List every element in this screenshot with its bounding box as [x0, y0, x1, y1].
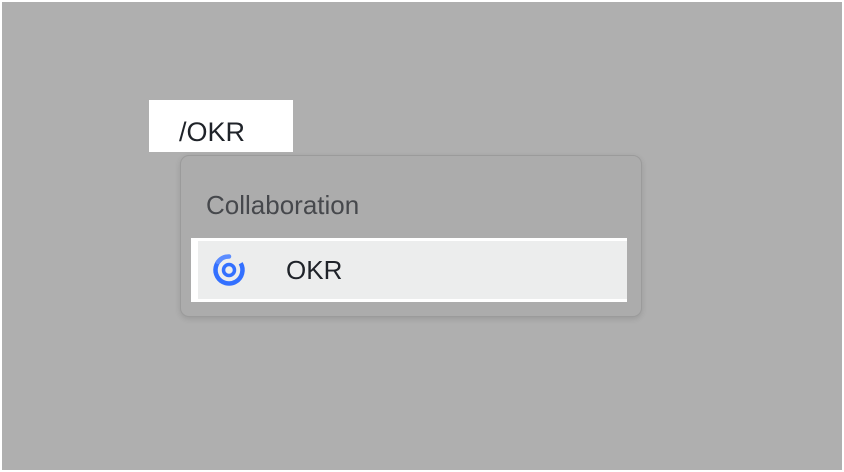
okr-icon — [213, 254, 245, 286]
menu-item-okr[interactable]: OKR — [191, 238, 627, 302]
slash-command-menu: Collaboration OKR — [180, 155, 642, 317]
slash-command-text: /OKR — [179, 117, 246, 147]
menu-group-label: Collaboration — [206, 190, 360, 220]
menu-item-label: OKR — [286, 255, 343, 285]
dimmed-background: /OKR Collaboration OKR — [2, 2, 842, 470]
menu-item-highlight: OKR — [198, 241, 627, 299]
slash-command-input[interactable]: /OKR — [149, 100, 293, 152]
